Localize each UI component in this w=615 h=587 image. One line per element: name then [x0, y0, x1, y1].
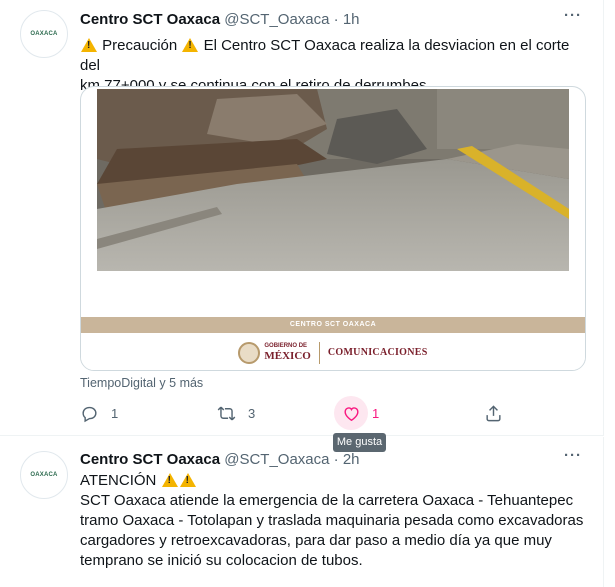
mexico-label: MÉXICO — [264, 350, 311, 362]
warning-icon — [81, 38, 97, 52]
tweet-header: Centro SCT Oaxaca @SCT_Oaxaca · 2h ··· — [80, 447, 583, 471]
like-button[interactable]: 1 — [334, 396, 380, 430]
landslide-photo[interactable] — [97, 89, 569, 271]
like-icon — [343, 406, 359, 421]
avatar-text: OAXACA — [30, 472, 58, 478]
like-tooltip: Me gusta — [333, 433, 386, 452]
avatar-text: OAXACA — [30, 31, 58, 37]
tweet-text-part: SCT Oaxaca atiende la emergencia de la c… — [80, 492, 574, 509]
government-seal-icon — [238, 341, 261, 364]
share-icon — [486, 404, 501, 421]
author-name[interactable]: Centro SCT Oaxaca — [80, 11, 220, 28]
gobierno-logo-text: GOBIERNO DE MÉXICO — [264, 343, 310, 362]
tweet-text-part: cargadores y retroexcavadoras, para dar … — [80, 532, 552, 549]
retweeted-by[interactable]: TiempoDigital y 5 más — [80, 376, 203, 390]
warning-icon — [161, 473, 178, 487]
like-count: 1 — [372, 405, 380, 421]
tweet-text: ATENCIÓN SCT Oaxaca atiende la emergenci… — [80, 471, 590, 571]
tweet-text-part: temprano se inició su colocacion de tubo… — [80, 552, 363, 569]
tweet[interactable]: OAXACA Centro SCT Oaxaca @SCT_Oaxaca · 1… — [0, 0, 604, 436]
separator: · — [333, 451, 339, 468]
warning-icon — [179, 473, 196, 487]
retweet-icon — [217, 406, 236, 420]
warning-icon — [182, 38, 199, 52]
tweet-text-part: tramo Oaxaca - Totolapan y traslada maqu… — [80, 512, 584, 529]
timestamp[interactable]: 2h — [343, 451, 360, 468]
logo-divider — [318, 341, 320, 364]
tweet-text-part: ATENCIÓN — [80, 472, 157, 489]
retweet-count: 3 — [248, 405, 256, 421]
avatar[interactable]: OAXACA — [20, 10, 68, 58]
comunicaciones-label: COMUNICACIONES — [327, 347, 428, 358]
tweet-header: Centro SCT Oaxaca @SCT_Oaxaca · 1h ··· — [80, 7, 583, 31]
author-handle[interactable]: @SCT_Oaxaca — [224, 451, 329, 468]
more-icon[interactable]: ··· — [563, 7, 583, 27]
reply-button[interactable]: 1 — [80, 401, 118, 425]
like-hover-circle — [334, 396, 368, 430]
media-footer: GOBIERNO DE MÉXICO COMUNICACIONES — [81, 333, 585, 370]
gobierno-label: GOBIERNO DE — [264, 343, 308, 349]
media-banner: CENTRO SCT OAXACA — [81, 317, 585, 333]
retweet-button[interactable]: 3 — [217, 401, 255, 425]
tweet[interactable]: OAXACA Centro SCT Oaxaca @SCT_Oaxaca · 2… — [0, 437, 604, 587]
author-handle[interactable]: @SCT_Oaxaca — [224, 11, 329, 28]
timestamp[interactable]: 1h — [343, 11, 360, 28]
share-button[interactable] — [484, 401, 503, 425]
author-name[interactable]: Centro SCT Oaxaca — [80, 451, 220, 468]
reply-icon — [82, 406, 97, 422]
tweet-actions: 1 3 1 — [80, 396, 510, 430]
media-card[interactable]: CENTRO SCT OAXACA GOBIERNO DE MÉXICO COM… — [80, 86, 586, 371]
more-icon[interactable]: ··· — [563, 447, 583, 467]
tweet-text-part: Precaución — [102, 37, 178, 54]
reply-count: 1 — [111, 405, 119, 421]
separator: · — [333, 11, 339, 28]
avatar[interactable]: OAXACA — [20, 451, 68, 499]
